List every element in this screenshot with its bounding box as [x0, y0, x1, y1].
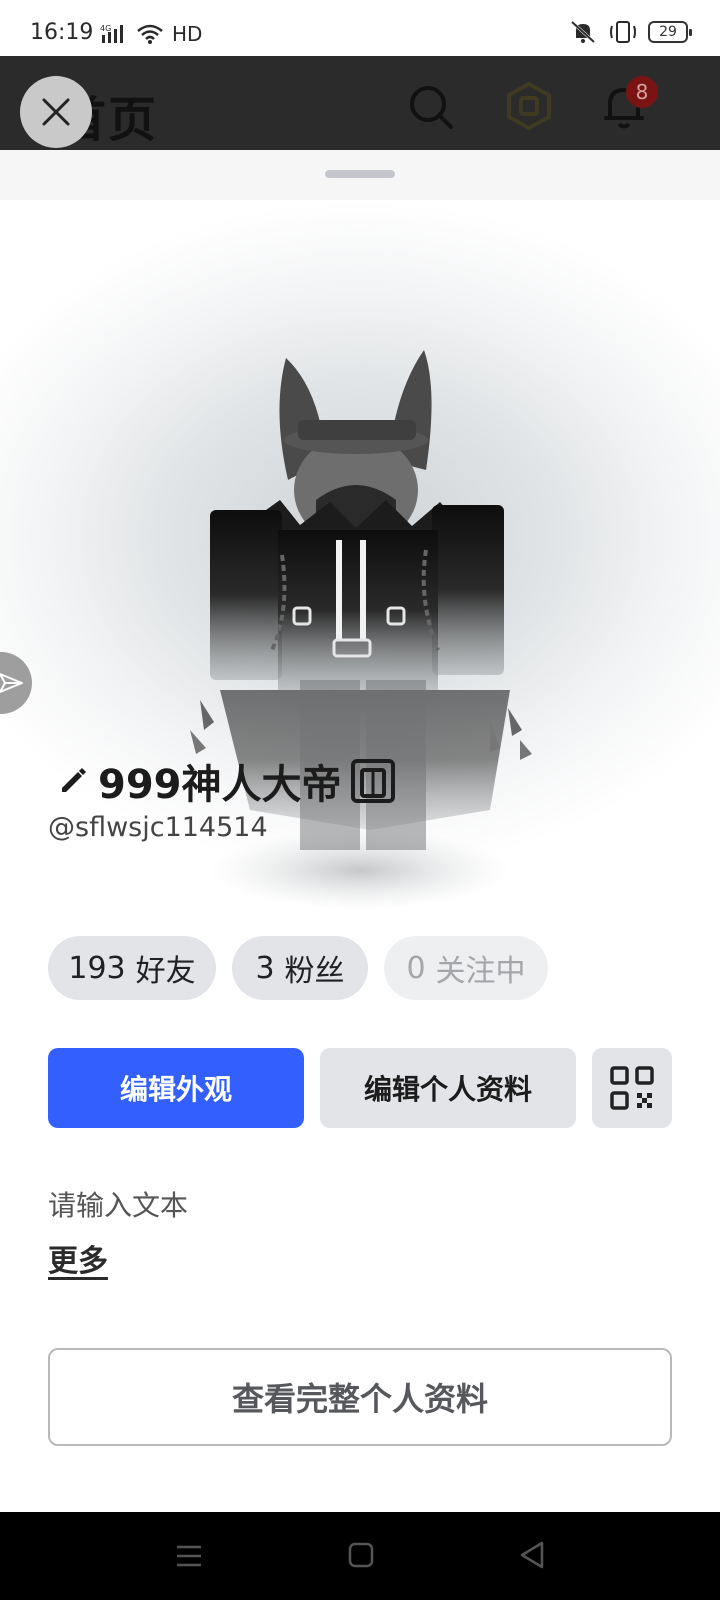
back-button[interactable] [518, 1540, 546, 1574]
display-name: 999神人大帝 [98, 762, 342, 808]
following-label: 关注中 [435, 954, 526, 989]
qr-code-button[interactable] [592, 1048, 672, 1128]
close-icon [42, 98, 70, 126]
more-link[interactable]: 更多 [48, 1236, 108, 1280]
drag-handle[interactable] [325, 170, 395, 178]
following-chip[interactable]: 0 关注中 [384, 936, 548, 1000]
battery-icon: 29 [648, 21, 692, 43]
menu-icon [177, 1545, 201, 1567]
status-bar: 16:19 4G HD 29 [0, 0, 720, 56]
robux-icon [507, 81, 551, 131]
status-left-icons: 4G HD [100, 22, 202, 46]
verified-badge-icon [350, 759, 395, 803]
edit-avatar-button[interactable]: 编辑外观 [48, 1048, 304, 1128]
status-hd: HD [172, 22, 203, 46]
menu-button[interactable] [176, 1544, 202, 1572]
signal-icon: 4G [100, 24, 123, 43]
close-button[interactable] [20, 76, 92, 148]
notification-badge: 8 [626, 76, 658, 108]
edit-profile-button[interactable]: 编辑个人资料 [320, 1048, 576, 1128]
send-icon [0, 673, 23, 693]
vibrate-mute-icon [570, 20, 596, 44]
search-icon [410, 86, 453, 129]
fans-chip[interactable]: 3 粉丝 [232, 936, 368, 1000]
bio-text: 请输入文本 [48, 1189, 189, 1222]
app-header: 首页 8 [0, 56, 720, 150]
status-right: 29 [568, 20, 692, 44]
battery-level: 29 [659, 24, 677, 40]
fans-count: 3 [255, 950, 275, 986]
back-icon [520, 1541, 544, 1569]
wifi-icon [137, 24, 163, 44]
pencil-icon [62, 768, 86, 792]
svg-text:4G: 4G [100, 24, 111, 33]
home-icon [348, 1542, 374, 1568]
status-time: 16:19 [30, 20, 94, 45]
qr-code-icon [610, 1066, 654, 1110]
edit-name-button[interactable] [56, 762, 90, 800]
name-row: 999神人大帝 [56, 752, 396, 810]
friends-label: 好友 [135, 954, 196, 989]
following-count: 0 [406, 950, 426, 986]
robux-button[interactable] [506, 81, 552, 134]
fans-label: 粉丝 [284, 954, 345, 989]
friends-chip[interactable]: 193 好友 [48, 936, 216, 1000]
vibrate-icon [610, 21, 636, 43]
view-full-profile-button[interactable]: 查看完整个人资料 [48, 1348, 672, 1446]
friends-count: 193 [68, 950, 126, 986]
search-button[interactable] [408, 84, 454, 134]
system-nav-bar [0, 1512, 720, 1600]
sheet-top [0, 150, 720, 200]
home-button[interactable] [348, 1542, 374, 1572]
username: @sflwsjc114514 [48, 812, 268, 843]
